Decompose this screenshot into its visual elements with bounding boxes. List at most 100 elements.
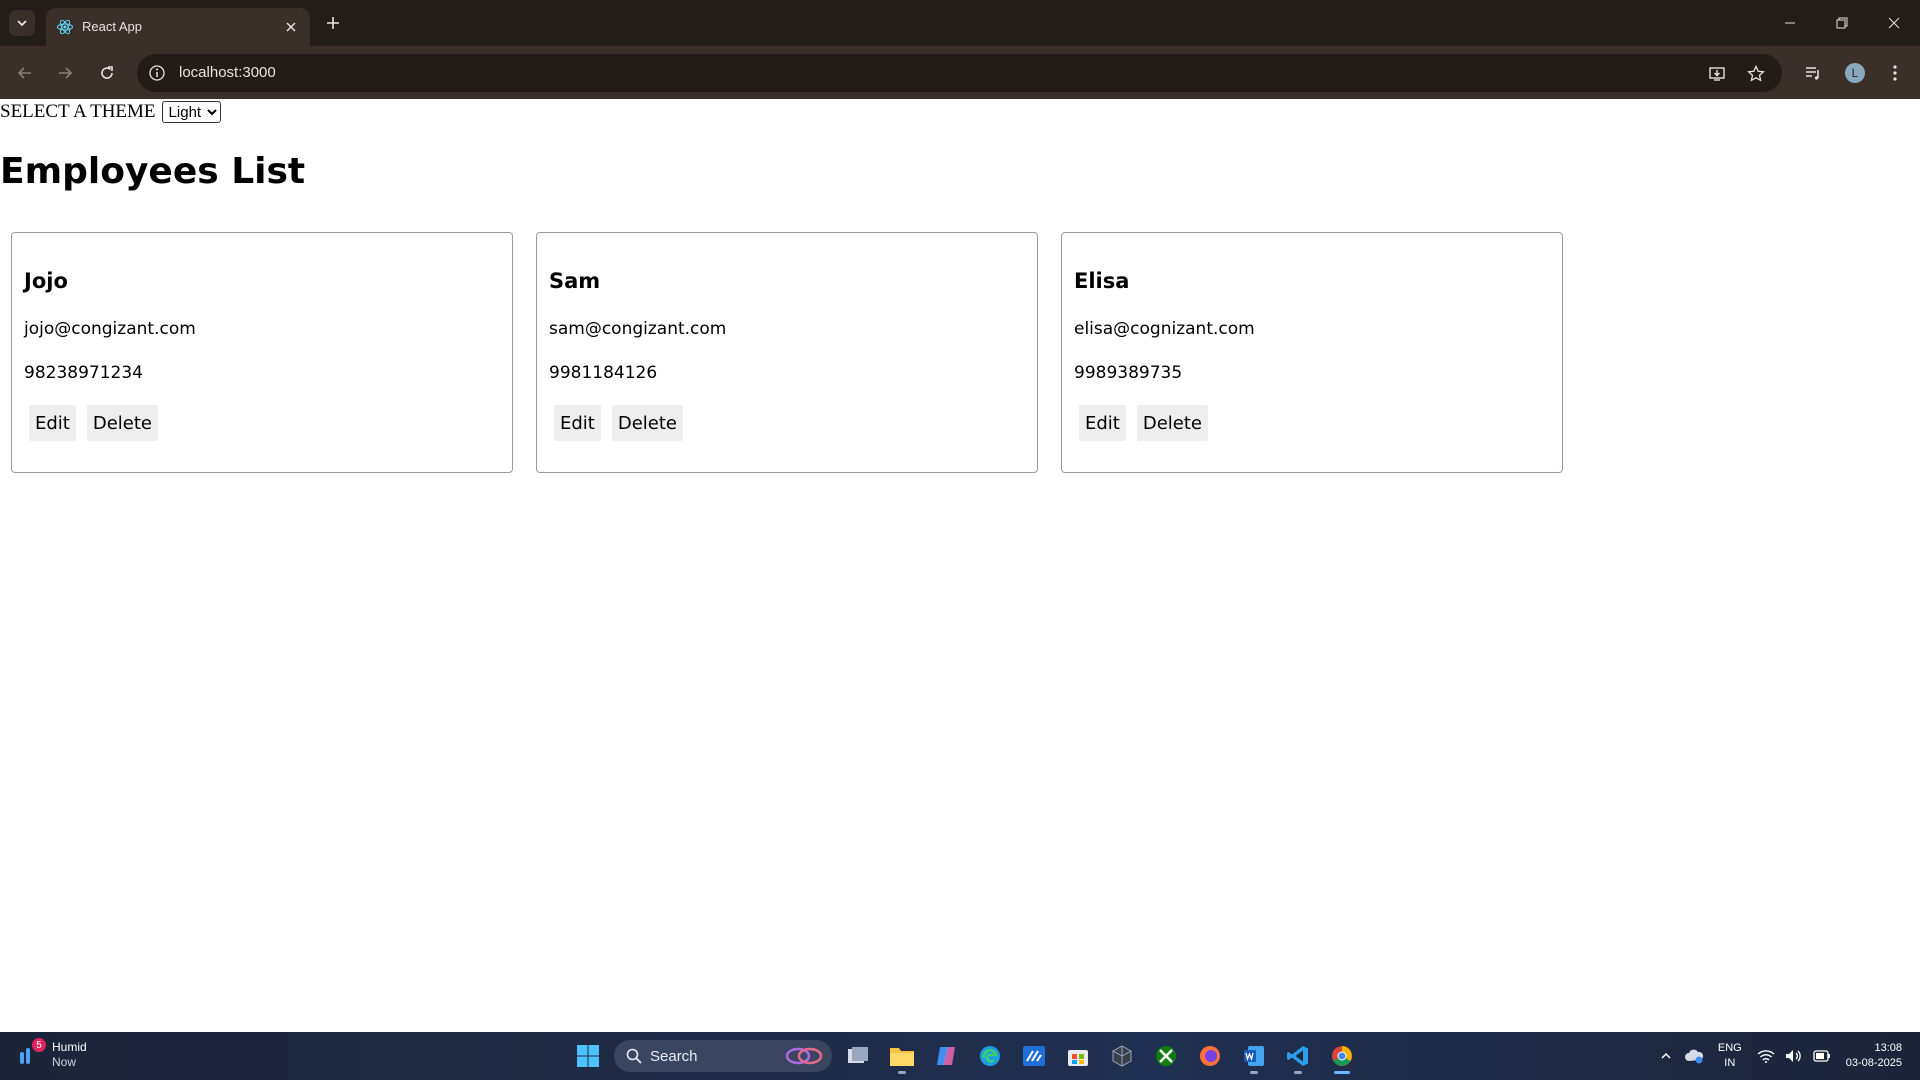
edit-button[interactable]: Edit (554, 405, 601, 441)
volume-button[interactable] (1780, 1042, 1808, 1070)
store-icon (1068, 1050, 1088, 1066)
app-button[interactable] (1104, 1038, 1140, 1074)
edge-button[interactable] (972, 1038, 1008, 1074)
tab-react-app[interactable]: React App (46, 8, 310, 46)
theme-select[interactable]: Light (161, 101, 221, 123)
clock-date: 03-08-2025 (1845, 1057, 1902, 1069)
copilot-icon (937, 1047, 955, 1065)
word-icon (1244, 1046, 1264, 1066)
tab-title: React App (82, 19, 142, 34)
close-window-button[interactable] (1868, 0, 1920, 46)
bookmark-button[interactable] (1746, 64, 1766, 84)
window-controls (1764, 0, 1920, 46)
taskbar-search[interactable]: Search (614, 1040, 832, 1072)
star-icon (1747, 65, 1765, 82)
forward-button[interactable] (53, 61, 77, 85)
card-actions: Edit Delete (554, 405, 684, 441)
show-hidden-icons-button[interactable] (1652, 1042, 1680, 1070)
edit-button[interactable]: Edit (1079, 405, 1126, 441)
battery-icon (1813, 1050, 1830, 1062)
browser-menu-button[interactable] (1883, 61, 1907, 85)
clock-time: 13:08 (1874, 1042, 1902, 1054)
install-app-button[interactable] (1708, 64, 1728, 84)
employee-email: jojo@congizant.com (24, 319, 196, 339)
region-code: IN (1724, 1057, 1736, 1069)
language-indicator[interactable]: ENG IN (1718, 1041, 1742, 1071)
taskbar-apps: Search (570, 1038, 1360, 1074)
system-tray: ENG IN 13:08 03-08-2025 (1652, 1032, 1920, 1080)
search-placeholder: Search (650, 1047, 698, 1065)
xbox-icon (1156, 1046, 1176, 1066)
wifi-icon (1757, 1050, 1775, 1063)
profile-button[interactable]: L (1843, 61, 1867, 85)
plus-icon (327, 17, 339, 29)
employee-name: Sam (549, 269, 601, 293)
media-controls-button[interactable] (1801, 61, 1825, 85)
tab-search-button[interactable] (9, 10, 35, 36)
employee-name: Elisa (1074, 269, 1130, 293)
task-view-icon (848, 1047, 868, 1063)
new-tab-button[interactable] (322, 12, 344, 34)
page-title: Employees List (0, 151, 306, 192)
onedrive-button[interactable] (1680, 1042, 1708, 1070)
windows-logo-icon (577, 1045, 599, 1067)
address-bar[interactable]: localhost:3000 (137, 54, 1782, 92)
copilot-button[interactable] (928, 1038, 964, 1074)
back-button[interactable] (13, 61, 37, 85)
edit-button[interactable]: Edit (29, 405, 76, 441)
cube-icon (1112, 1045, 1132, 1067)
employee-card: Elisa elisa@cognizant.com 9989389735 Edi… (1061, 232, 1563, 473)
language-code: ENG (1717, 1042, 1742, 1054)
start-button[interactable] (570, 1038, 606, 1074)
search-icon (626, 1048, 642, 1064)
minimize-button[interactable] (1764, 0, 1816, 46)
wifi-button[interactable] (1752, 1042, 1780, 1070)
whiteboard-button[interactable] (1016, 1038, 1052, 1074)
chrome-button[interactable] (1324, 1038, 1360, 1074)
cloud-icon (1684, 1049, 1703, 1064)
browser-titlebar: React App (0, 0, 1920, 46)
employee-card: Sam sam@congizant.com 9981184126 Edit De… (536, 232, 1038, 473)
employee-name: Jojo (24, 269, 68, 293)
vscode-button[interactable] (1280, 1038, 1316, 1074)
card-actions: Edit Delete (1079, 405, 1209, 441)
weather-title: Humid (52, 1040, 87, 1054)
chevron-up-icon (1661, 1052, 1671, 1059)
browser-toolbar: localhost:3000 L (0, 46, 1920, 99)
restore-button[interactable] (1816, 0, 1868, 46)
close-icon (286, 22, 296, 32)
employee-phone: 9981184126 (549, 363, 658, 383)
clock[interactable]: 13:08 03-08-2025 (1846, 1041, 1902, 1071)
reload-icon (101, 66, 113, 79)
delete-button[interactable]: Delete (611, 405, 684, 441)
xbox-button[interactable] (1148, 1038, 1184, 1074)
weather-icon: 5 (16, 1038, 46, 1070)
tab-close-button[interactable] (282, 18, 300, 36)
info-icon[interactable] (149, 65, 165, 81)
delete-button[interactable]: Delete (86, 405, 159, 441)
arrow-right-icon (59, 67, 73, 79)
employee-cards: Jojo jojo@congizant.com 98238971234 Edit… (11, 232, 1563, 473)
vscode-icon (1287, 1046, 1308, 1066)
firefox-icon (1200, 1046, 1220, 1066)
employee-card: Jojo jojo@congizant.com 98238971234 Edit… (11, 232, 513, 473)
store-button[interactable] (1060, 1038, 1096, 1074)
edge-icon (980, 1046, 1000, 1066)
notification-badge: 5 (32, 1038, 46, 1052)
firefox-button[interactable] (1192, 1038, 1228, 1074)
battery-button[interactable] (1808, 1042, 1836, 1070)
delete-button[interactable]: Delete (1136, 405, 1209, 441)
folder-icon (890, 1048, 914, 1066)
avatar: L (1845, 63, 1865, 83)
task-view-button[interactable] (840, 1038, 876, 1074)
weather-widget[interactable]: 5 Humid Now (16, 1038, 87, 1070)
file-explorer-button[interactable] (884, 1038, 920, 1074)
url-text[interactable]: localhost:3000 (179, 64, 276, 81)
employee-phone: 9989389735 (1074, 363, 1183, 383)
theme-label: SELECT A THEME (0, 101, 156, 122)
minimize-icon (1785, 22, 1795, 24)
word-button[interactable] (1236, 1038, 1272, 1074)
arrow-left-icon (17, 67, 31, 79)
reload-button[interactable] (95, 61, 119, 85)
restore-icon (1836, 17, 1848, 29)
